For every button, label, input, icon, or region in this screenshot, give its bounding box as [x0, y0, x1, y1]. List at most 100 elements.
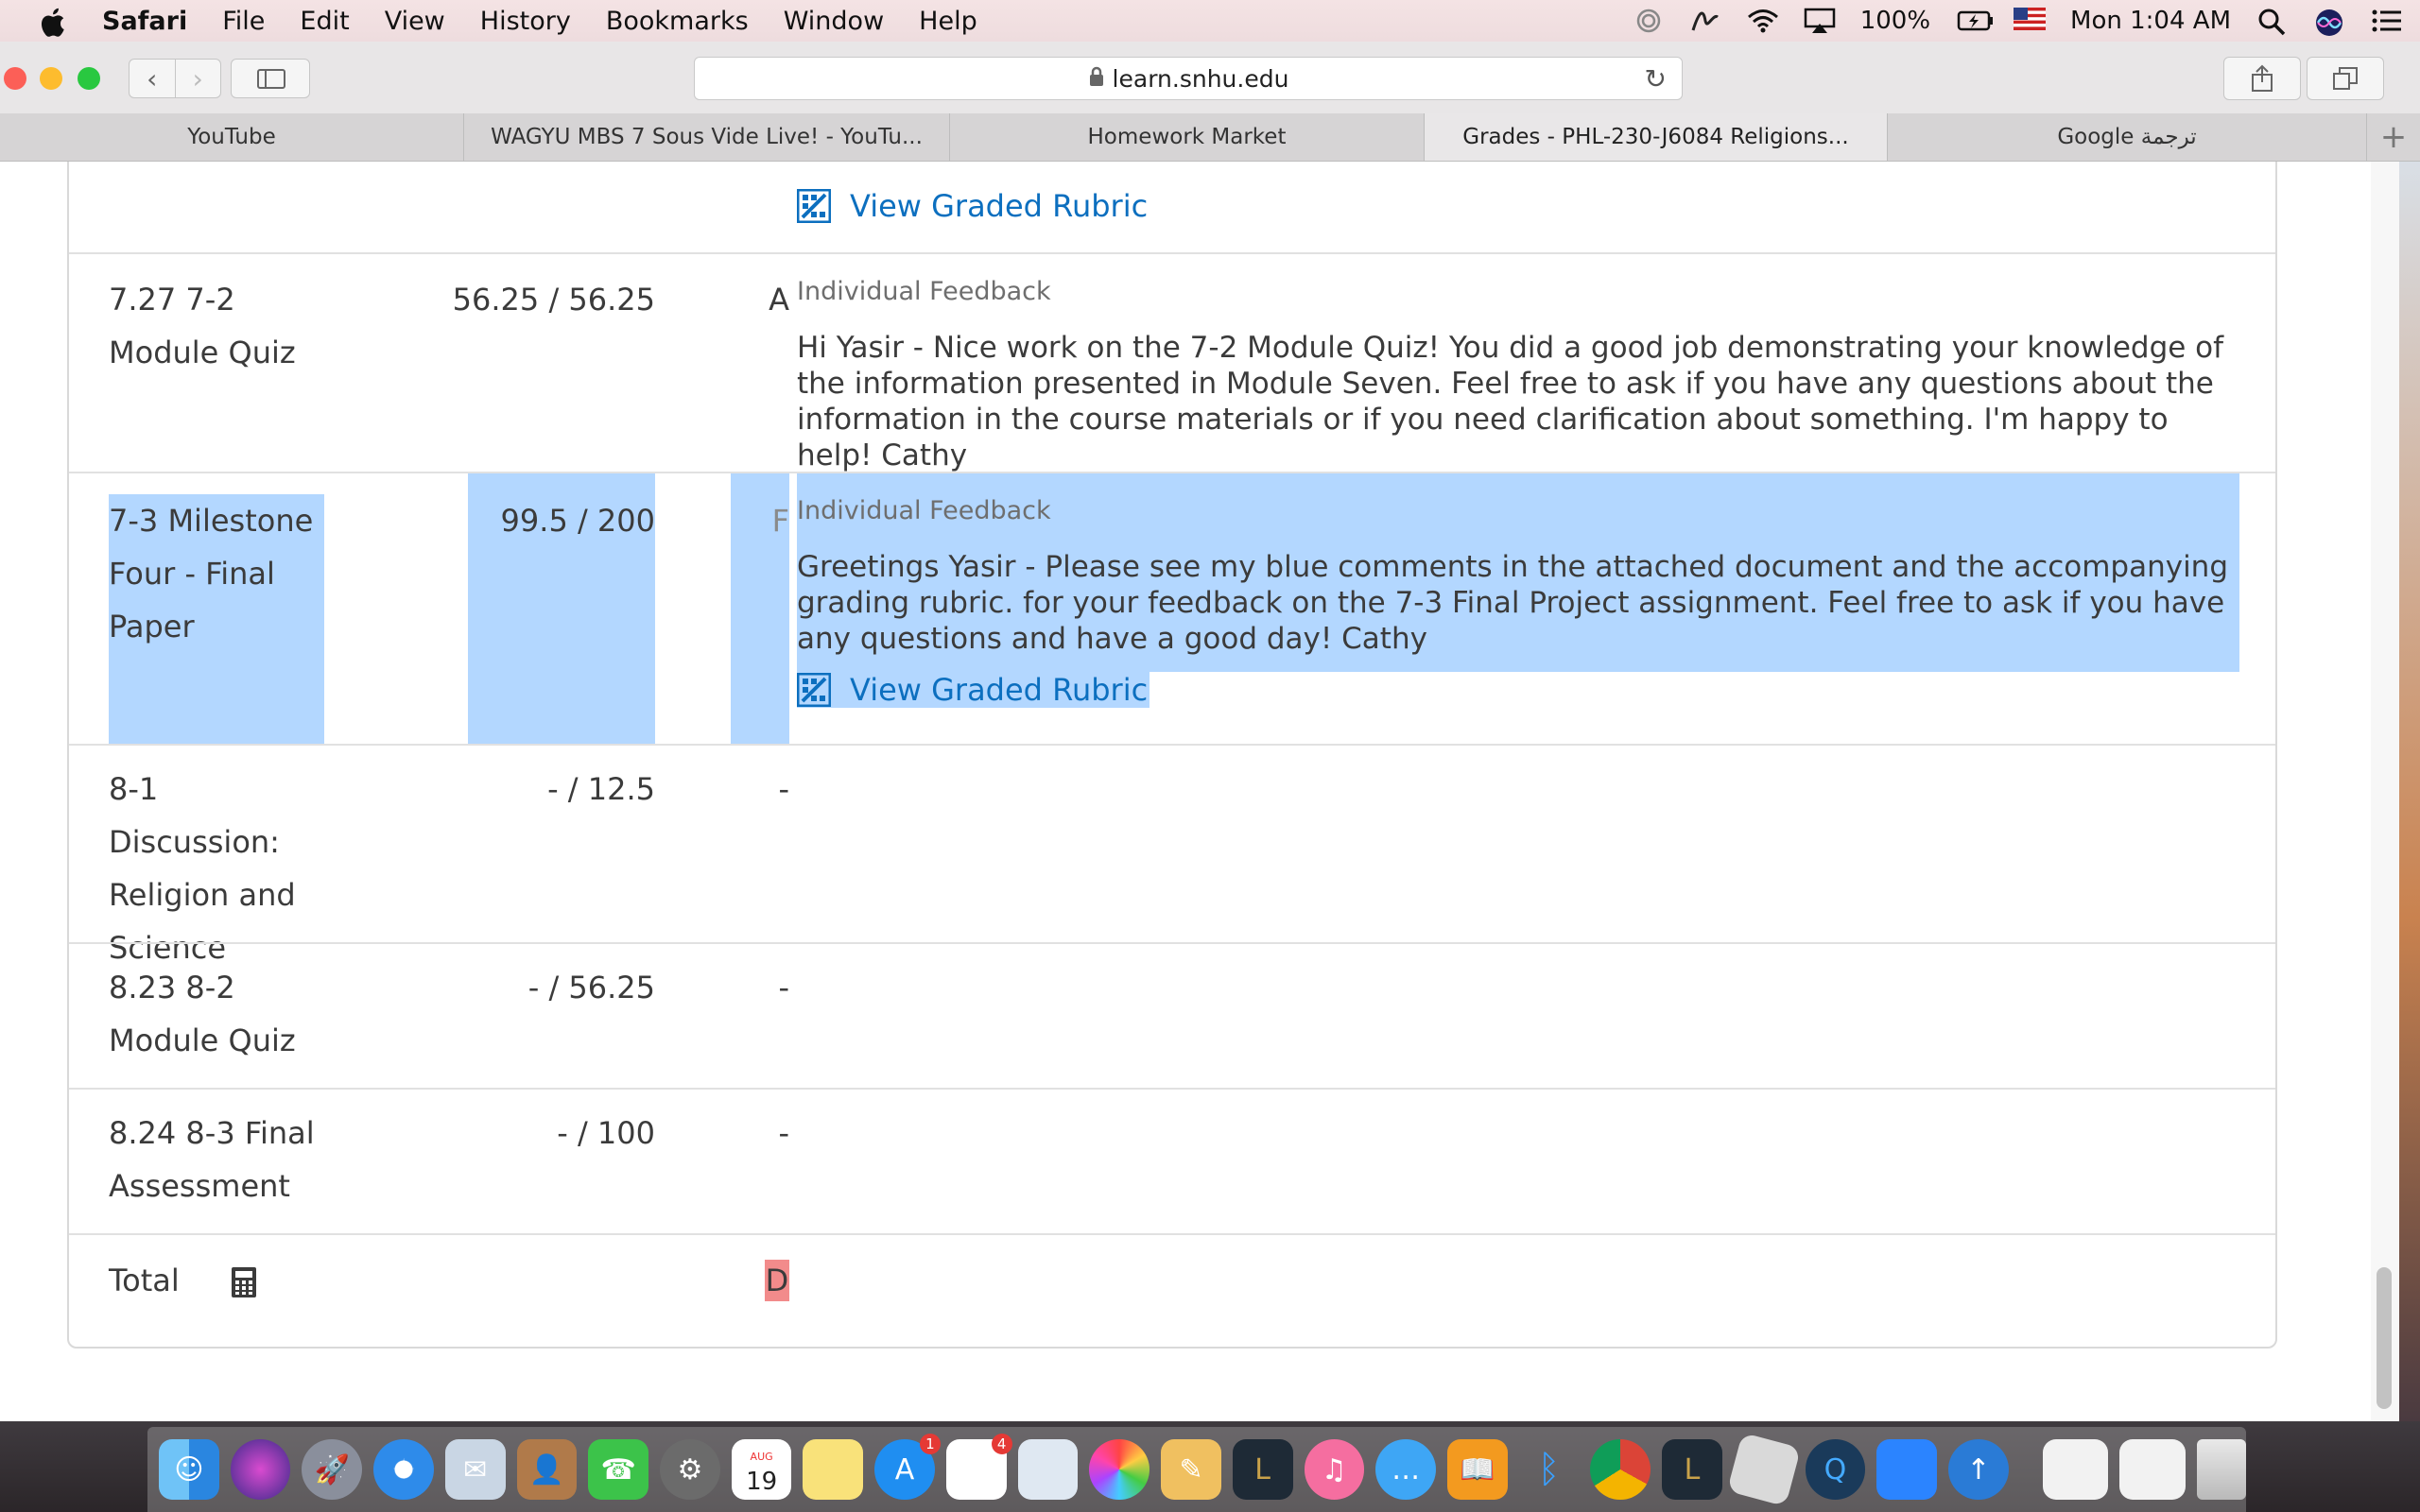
league-of-legends-icon[interactable]: L [1232, 1439, 1293, 1500]
tab-label: YouTube [187, 125, 276, 149]
quicktime-icon[interactable]: Q [1805, 1439, 1866, 1500]
itunes-icon[interactable]: ♫ [1304, 1439, 1365, 1500]
rubric-link-label: View Graded Rubric [850, 188, 1149, 224]
documents-stack-icon[interactable] [2042, 1439, 2109, 1500]
window-close-button[interactable] [4, 67, 26, 90]
tabs-overview-icon [2333, 67, 2358, 90]
sidebar-toggle-button[interactable] [231, 59, 310, 98]
app-store-icon[interactable]: A 1 [874, 1434, 941, 1500]
view-graded-rubric-link[interactable]: View Graded Rubric [797, 188, 1148, 224]
messages-icon[interactable]: … [1375, 1439, 1436, 1500]
browser-toolbar: ‹ › learn.snhu.edu ↻ [0, 42, 2420, 114]
assignment-score: 56.25 / 56.25 [452, 282, 655, 318]
rubric-icon [797, 673, 831, 707]
menu-clock[interactable]: Mon 1:04 AM [2070, 7, 2231, 35]
roblox-icon[interactable] [1726, 1432, 1801, 1507]
address-bar[interactable]: learn.snhu.edu ↻ [694, 57, 1683, 100]
photos-icon[interactable] [1089, 1439, 1150, 1500]
scrollbar-track[interactable] [2371, 162, 2399, 1421]
tab-overview-button[interactable] [2307, 57, 2384, 100]
tab-google-translate[interactable]: Google ترجمة [1888, 113, 2367, 161]
tab-label: Grades - PHL-230-J6084 Religions... [1462, 125, 1849, 149]
league-client-icon[interactable]: L [1662, 1439, 1722, 1500]
siri-dock-icon[interactable] [230, 1439, 291, 1500]
assignment-grade: A [769, 282, 789, 318]
signature-status-icon[interactable] [1690, 8, 1720, 34]
finder-icon[interactable]: ☺ [159, 1439, 219, 1500]
contacts-icon[interactable]: 👤 [516, 1439, 578, 1500]
feedback-label: Individual Feedback [797, 277, 1051, 306]
notes-icon[interactable] [803, 1439, 864, 1500]
reminders-icon[interactable]: 4 [945, 1434, 1012, 1500]
bluetooth-icon[interactable]: ᛒ [1519, 1439, 1580, 1500]
system-preferences-icon[interactable]: ⚙ [660, 1439, 720, 1500]
menu-view[interactable]: View [385, 7, 445, 36]
new-tab-button[interactable]: + [2367, 113, 2420, 161]
downloads-stack-icon[interactable] [2119, 1439, 2187, 1500]
chevron-left-icon: ‹ [147, 62, 158, 94]
airplay-icon[interactable] [1804, 8, 1835, 34]
assignment-score: - / 12.5 [547, 771, 655, 807]
assignment-name[interactable]: 8.24 8-3 Final Assessment [109, 1107, 336, 1212]
siri-icon[interactable] [2314, 8, 2344, 36]
tab-grades[interactable]: Grades - PHL-230-J6084 Religions... [1425, 113, 1888, 161]
facetime-icon[interactable]: ☎ [588, 1439, 649, 1500]
menu-file[interactable]: File [222, 7, 265, 36]
calendar-clock-icon[interactable] [1017, 1439, 1079, 1500]
assignment-name[interactable]: 7.27 7-2 Module Quiz [109, 273, 336, 379]
safari-icon[interactable]: ✦ [373, 1439, 434, 1500]
assignment-grade-cell: F [731, 473, 789, 744]
battery-icon[interactable] [1957, 8, 1994, 34]
swirl-status-icon[interactable] [1634, 8, 1664, 34]
tab-label: WAGYU MBS 7 Sous Vide Live! - YouTu... [491, 125, 923, 149]
menu-history[interactable]: History [480, 7, 571, 36]
back-button[interactable]: ‹ [130, 60, 175, 97]
calculator-icon[interactable] [231, 1266, 257, 1298]
assignment-score: - / 56.25 [527, 970, 655, 1005]
grade-row-total: Total D [69, 1233, 2275, 1349]
menu-help[interactable]: Help [919, 7, 977, 36]
us-flag-icon[interactable] [2014, 8, 2047, 34]
spotlight-search-icon[interactable] [2257, 8, 2288, 36]
menu-bookmarks[interactable]: Bookmarks [606, 7, 749, 36]
navigation-buttons: ‹ › [129, 59, 221, 98]
apple-menu-icon[interactable] [38, 7, 66, 37]
dock: ☺ 🚀 ✦ ✉ 👤 ☎ ⚙ AUG 19 A 1 4 ✎ L ♫ … 📖 ᛒ L… [0, 1421, 2420, 1512]
total-label: Total [109, 1263, 180, 1298]
tab-label: Homework Market [1087, 125, 1287, 149]
launchpad-icon[interactable]: 🚀 [302, 1439, 363, 1500]
xcode-icon[interactable] [1876, 1439, 1937, 1500]
pages-icon[interactable]: ✎ [1161, 1439, 1221, 1500]
tab-wagyu-video[interactable]: WAGYU MBS 7 Sous Vide Live! - YouTu... [464, 113, 950, 161]
assignment-score-cell: 99.5 / 200 [468, 473, 655, 744]
view-graded-rubric-link[interactable]: View Graded Rubric [797, 672, 1150, 708]
trash-icon[interactable] [2197, 1439, 2246, 1500]
window-zoom-button[interactable] [78, 67, 100, 90]
tab-bar: YouTube WAGYU MBS 7 Sous Vide Live! - Yo… [0, 113, 2420, 162]
grade-row-8-3-final-assessment: 8.24 8-3 Final Assessment - / 100 - [69, 1088, 2275, 1235]
forward-button[interactable]: › [174, 60, 221, 97]
uploader-icon[interactable]: ↑ [1947, 1439, 2009, 1500]
menu-window[interactable]: Window [784, 7, 884, 36]
rubric-icon [797, 189, 831, 223]
assignment-name[interactable]: 8.23 8-2 Module Quiz [109, 961, 336, 1067]
grade-row-8-1-discussion: 8-1 Discussion: Religion and Science - /… [69, 744, 2275, 966]
scrollbar-thumb[interactable] [2377, 1267, 2392, 1409]
dock-shelf: ☺ 🚀 ✦ ✉ 👤 ☎ ⚙ AUG 19 A 1 4 ✎ L ♫ … 📖 ᛒ L… [147, 1427, 2246, 1512]
grade-row-8-2-module-quiz: 8.23 8-2 Module Quiz - / 56.25 - [69, 942, 2275, 1090]
notification-center-icon[interactable] [2371, 8, 2401, 34]
assignment-name[interactable]: 7-3 Milestone Four - Final Paper [109, 494, 324, 744]
chrome-icon[interactable] [1590, 1439, 1651, 1500]
reload-icon[interactable]: ↻ [1645, 63, 1667, 94]
wifi-icon[interactable] [1747, 8, 1778, 34]
menu-edit[interactable]: Edit [300, 7, 349, 36]
window-minimize-button[interactable] [40, 67, 62, 90]
share-button[interactable] [2223, 57, 2301, 100]
grade-row-7-3-milestone-four: 7-3 Milestone Four - Final Paper 99.5 / … [69, 472, 2275, 746]
mail-icon[interactable]: ✉ [444, 1439, 506, 1500]
calendar-icon[interactable]: AUG 19 [731, 1439, 792, 1500]
tab-youtube[interactable]: YouTube [0, 113, 464, 161]
menu-app-name[interactable]: Safari [102, 7, 187, 36]
ibooks-icon[interactable]: 📖 [1446, 1439, 1508, 1500]
tab-homework-market[interactable]: Homework Market [950, 113, 1425, 161]
